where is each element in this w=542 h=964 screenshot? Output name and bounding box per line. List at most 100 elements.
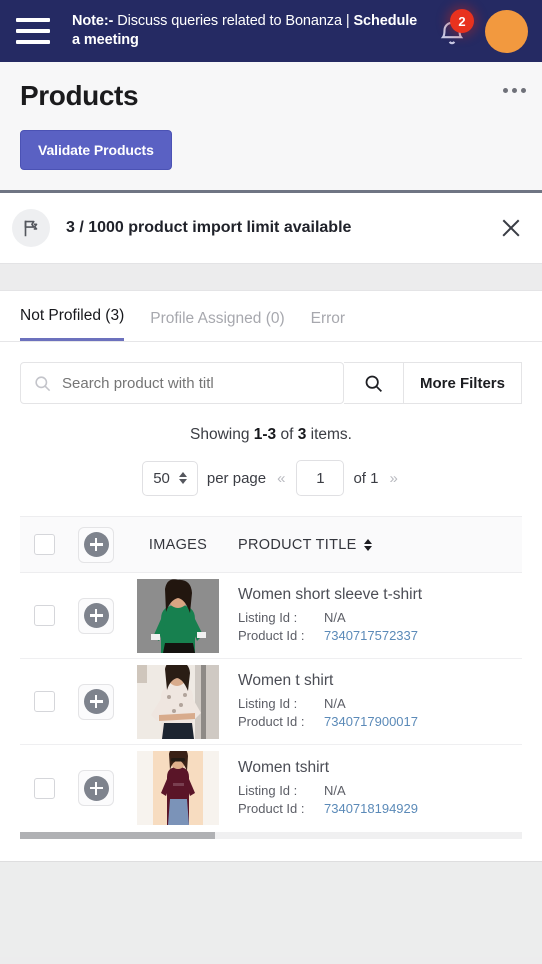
row-expand-cell: [68, 770, 124, 806]
row-select-cell: [20, 605, 68, 626]
plus-icon: [83, 603, 109, 628]
product-id-label: Product Id :: [238, 800, 305, 816]
hamburger-menu-icon[interactable]: [16, 18, 50, 44]
announcement-note: Note:- Discuss queries related to Bonanz…: [72, 12, 427, 50]
listing-id-value: N/A: [324, 782, 346, 798]
per-page-label: per page: [206, 469, 267, 487]
products-card: Not Profiled (3) Profile Assigned (0) Er…: [0, 290, 542, 862]
images-header-label: IMAGES: [148, 536, 208, 553]
tab-profile-assigned[interactable]: Profile Assigned (0): [150, 310, 284, 341]
current-page-input[interactable]: 1: [296, 460, 345, 496]
select-all-checkbox[interactable]: [33, 534, 55, 555]
sort-icon[interactable]: [363, 538, 372, 551]
page-header: Products Validate Products: [0, 62, 542, 193]
woman-green-top-image: [137, 578, 219, 653]
product-status-tabs: Not Profiled (3) Profile Assigned (0) Er…: [0, 291, 542, 342]
search-icon: [35, 375, 51, 391]
product-id-value[interactable]: 7340717900017: [324, 713, 418, 731]
products-table: IMAGES PRODUCT TITLE Women short sleeve …: [20, 516, 522, 831]
note-body: Discuss queries related to Bonanza |: [113, 13, 354, 29]
row-checkbox[interactable]: [33, 777, 55, 799]
product-id-value[interactable]: 7340718194929: [324, 800, 418, 818]
notification-bell-button[interactable]: 2: [433, 9, 474, 51]
section-gap: [0, 264, 542, 290]
total-pages-label: of 1: [353, 469, 379, 487]
row-select-cell: [20, 777, 68, 799]
row-expand-button[interactable]: [78, 770, 114, 806]
expand-all-cell: [68, 526, 124, 563]
pagination-controls: 50 per page « 1 of 1 »: [0, 444, 542, 516]
expand-all-button[interactable]: [78, 526, 114, 563]
listing-id-value: N/A: [324, 610, 346, 625]
product-thumbnail[interactable]: [137, 578, 219, 653]
table-row[interactable]: Women tshirt Listing Id : N/A Product Id…: [20, 745, 522, 831]
note-prefix: Note:-: [72, 13, 114, 29]
prev-page-button[interactable]: «: [275, 470, 287, 487]
per-page-select[interactable]: 50: [142, 460, 198, 496]
table-row[interactable]: Women short sleeve t-shirt Listing Id : …: [20, 573, 522, 659]
images-column-header: IMAGES: [124, 537, 232, 553]
showing-prefix: Showing: [190, 426, 254, 443]
row-expand-cell: [68, 597, 124, 634]
row-image-cell: [124, 578, 232, 653]
listing-id-meta: Listing Id : N/A: [238, 695, 522, 713]
product-id-value[interactable]: 7340717572337: [324, 627, 418, 645]
plus-icon: [83, 532, 109, 557]
row-title-cell: Women short sleeve t-shirt Listing Id : …: [232, 586, 522, 645]
flag-icon: [12, 209, 50, 247]
showing-middle: of: [276, 426, 298, 443]
close-icon[interactable]: [498, 215, 524, 241]
row-checkbox[interactable]: [33, 605, 55, 626]
horizontal-scrollbar[interactable]: [20, 831, 522, 840]
table-header-row: IMAGES PRODUCT TITLE: [20, 517, 522, 573]
validate-products-button[interactable]: Validate Products: [20, 130, 172, 170]
top-navigation-bar: Note:- Discuss queries related to Bonanz…: [0, 0, 542, 62]
next-page-button[interactable]: »: [387, 470, 399, 487]
woman-maroon-top-image: [137, 751, 219, 825]
product-title-header[interactable]: PRODUCT TITLE: [238, 537, 522, 553]
card-footer: [0, 840, 542, 862]
plus-icon: [83, 775, 109, 801]
user-avatar[interactable]: [485, 9, 528, 53]
row-expand-button[interactable]: [78, 683, 114, 720]
product-thumbnail[interactable]: [137, 751, 219, 825]
row-expand-button[interactable]: [78, 597, 114, 634]
product-id-meta: Product Id : 7340717572337: [238, 627, 522, 645]
listing-id-label: Listing Id :: [238, 782, 298, 798]
tab-not-profiled[interactable]: Not Profiled (3): [20, 307, 125, 341]
plus-icon: [83, 689, 109, 714]
product-title[interactable]: Women tshirt: [238, 759, 522, 777]
listing-id-value: N/A: [324, 696, 346, 711]
listing-id-meta: Listing Id : N/A: [238, 782, 522, 800]
listing-id-meta: Listing Id : N/A: [238, 609, 522, 627]
product-title-header-label: PRODUCT TITLE: [238, 536, 357, 553]
listing-id-label: Listing Id :: [238, 610, 298, 625]
search-submit-button[interactable]: [343, 362, 404, 404]
search-input[interactable]: [62, 374, 343, 392]
scrollbar-thumb[interactable]: [20, 832, 215, 839]
import-limit-text: 3 / 1000 product import limit available: [66, 219, 352, 236]
row-expand-cell: [68, 683, 124, 720]
product-title[interactable]: Women short sleeve t-shirt: [238, 586, 522, 604]
listing-id-label: Listing Id :: [238, 696, 298, 711]
page-title: Products: [20, 80, 139, 111]
page-background-fill: [0, 862, 542, 957]
row-checkbox[interactable]: [33, 691, 55, 712]
more-options-icon[interactable]: [503, 88, 526, 93]
search-icon: [365, 375, 382, 392]
product-thumbnail[interactable]: [137, 664, 219, 739]
more-filters-button[interactable]: More Filters: [403, 362, 522, 404]
row-image-cell: [124, 664, 232, 739]
product-id-label: Product Id :: [238, 628, 305, 643]
table-row[interactable]: Women t shirt Listing Id : N/A Product I…: [20, 659, 522, 745]
row-image-cell: [124, 751, 232, 825]
search-filter-row: More Filters: [0, 342, 542, 404]
tab-error[interactable]: Error: [311, 310, 345, 341]
product-title[interactable]: Women t shirt: [238, 672, 522, 690]
select-all-cell: [20, 534, 68, 555]
showing-range: 1-3: [253, 426, 277, 443]
search-box[interactable]: [20, 362, 344, 404]
per-page-value: 50: [153, 469, 170, 487]
showing-items-text: Showing 1-3 of 3 items.: [0, 404, 542, 444]
import-limit-banner: 3 / 1000 product import limit available: [0, 193, 542, 264]
